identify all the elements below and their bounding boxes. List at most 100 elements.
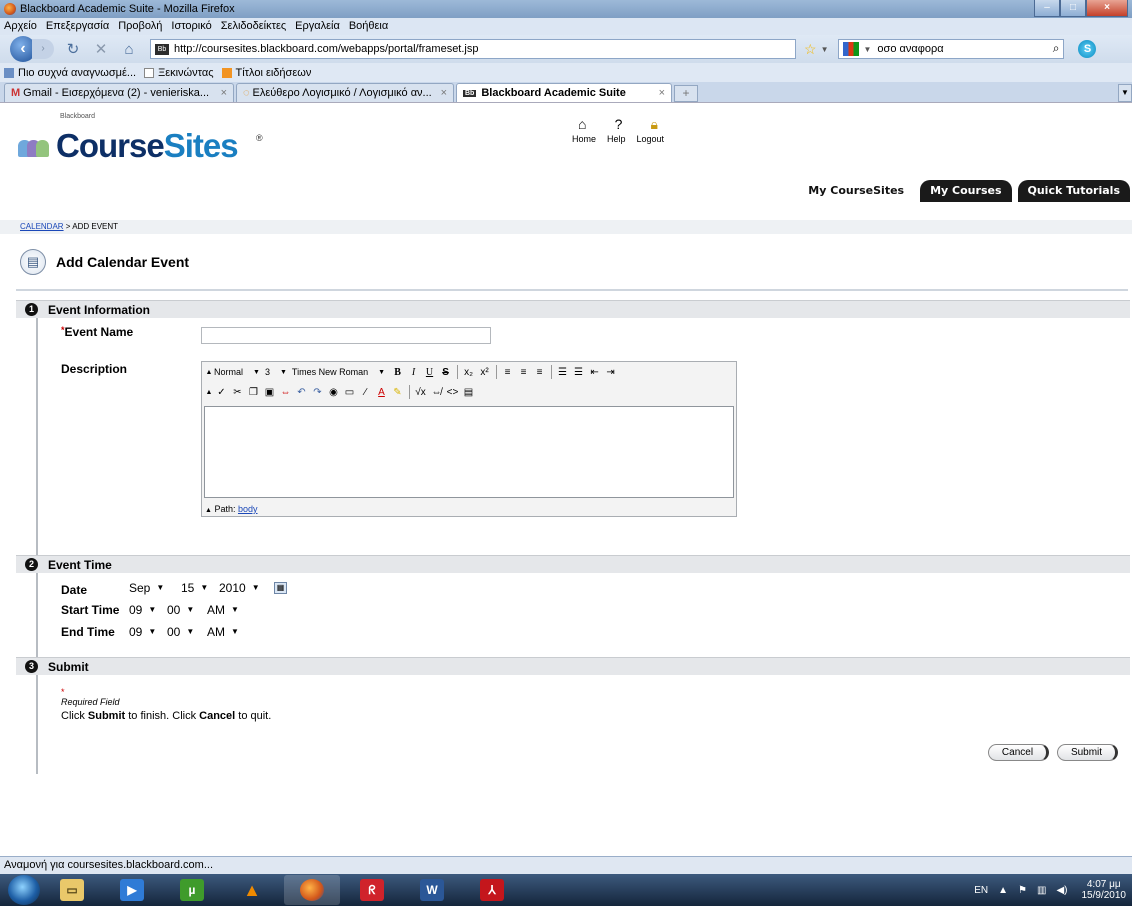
- home-icon[interactable]: ⌂: [578, 116, 586, 133]
- calendar-picker-icon[interactable]: ▦: [274, 582, 287, 594]
- end-minute-select[interactable]: 00 ▼: [167, 623, 194, 640]
- clock[interactable]: 4:07 μμ 15/9/2010: [1082, 879, 1127, 901]
- insert-table-icon[interactable]: ▭: [342, 385, 357, 400]
- taskbar-firefox[interactable]: [284, 875, 340, 905]
- chevron-down-icon[interactable]: ▼: [863, 45, 871, 54]
- forward-button[interactable]: ›: [32, 39, 54, 59]
- event-name-field[interactable]: [201, 327, 491, 344]
- start-ampm-select[interactable]: AM ▼: [207, 601, 239, 618]
- bookmark-getting-started[interactable]: Ξεκινώντας: [144, 67, 214, 79]
- outdent-icon[interactable]: ⇤: [587, 365, 602, 380]
- underline-icon[interactable]: U: [422, 365, 437, 380]
- cancel-button[interactable]: Cancel: [988, 744, 1049, 761]
- format-select[interactable]: Normal ▼: [214, 367, 260, 377]
- description-textarea[interactable]: [204, 406, 734, 498]
- paste-icon[interactable]: ▣: [262, 385, 277, 400]
- menu-bookmarks[interactable]: Σελιδοδείκτες: [221, 18, 286, 35]
- volume-icon[interactable]: ◀): [1056, 885, 1067, 896]
- taskbar-acrobat[interactable]: ⅄: [464, 875, 520, 905]
- help-icon[interactable]: ?: [615, 116, 623, 133]
- bookmark-most-visited[interactable]: Πιο συχνά αναγνωσμέ...: [4, 67, 136, 79]
- logout-link[interactable]: Logout: [636, 134, 664, 144]
- end-hour-select[interactable]: 09 ▼: [129, 623, 156, 640]
- network-icon[interactable]: ▥: [1037, 885, 1046, 896]
- submit-button[interactable]: Submit: [1057, 744, 1118, 761]
- text-color-icon[interactable]: A: [374, 385, 389, 400]
- show-hidden-icons-icon[interactable]: ▲: [998, 885, 1008, 896]
- collapse-toolbar-icon[interactable]: ▲: [205, 365, 213, 380]
- start-hour-select[interactable]: 09 ▼: [129, 601, 156, 618]
- tab-close-icon[interactable]: ×: [435, 87, 447, 99]
- tab-free-software[interactable]: ◌ Ελεύθερο Λογισμικό / Λογισμικό αν... ×: [236, 83, 454, 102]
- home-icon[interactable]: ⌂: [120, 41, 138, 58]
- link-icon[interactable]: ⇔: [278, 385, 293, 400]
- unordered-list-icon[interactable]: ☰: [571, 365, 586, 380]
- spellcheck-icon[interactable]: ✓: [214, 385, 229, 400]
- day-select[interactable]: 15 ▼: [181, 579, 208, 596]
- tab-blackboard[interactable]: Bb Blackboard Academic Suite ×: [456, 83, 672, 102]
- menu-help[interactable]: Βοήθεια: [349, 18, 388, 35]
- close-button[interactable]: ×: [1086, 0, 1128, 17]
- equation-icon[interactable]: √x: [413, 385, 428, 400]
- tab-quick-tutorials[interactable]: Quick Tutorials: [1017, 180, 1130, 202]
- tab-close-icon[interactable]: ×: [215, 87, 227, 99]
- taskbar-word[interactable]: W: [404, 875, 460, 905]
- language-indicator[interactable]: EN: [974, 885, 988, 896]
- tab-list-button[interactable]: ▼: [1118, 84, 1132, 102]
- bookmark-headlines[interactable]: Τίτλοι ειδήσεων: [221, 67, 311, 79]
- menu-view[interactable]: Προβολή: [118, 18, 162, 35]
- year-select[interactable]: 2010 ▼: [219, 579, 260, 596]
- new-tab-button[interactable]: +: [674, 85, 698, 102]
- html-source-icon[interactable]: <>: [445, 385, 460, 400]
- search-input[interactable]: ▼ οσο αναφορα ⌕: [838, 39, 1065, 59]
- menu-file[interactable]: Αρχείο: [4, 18, 37, 35]
- redo-icon[interactable]: ↷: [310, 385, 325, 400]
- search-icon[interactable]: ⌕: [1053, 41, 1060, 56]
- bold-icon[interactable]: B: [390, 365, 405, 380]
- font-size-select[interactable]: 3 ▼: [265, 367, 287, 377]
- breadcrumb-calendar-link[interactable]: CALENDAR: [20, 222, 64, 231]
- superscript-icon[interactable]: x²: [477, 365, 492, 380]
- month-select[interactable]: Sep ▼: [129, 579, 164, 596]
- embed-icon[interactable]: ⇎: [429, 385, 444, 400]
- bookmark-star-icon[interactable]: ☆: [804, 41, 817, 58]
- preview-icon[interactable]: ▤: [461, 385, 476, 400]
- collapse-path-icon[interactable]: ▲: [205, 507, 212, 514]
- home-link[interactable]: Home: [572, 134, 596, 144]
- menu-edit[interactable]: Επεξεργασία: [46, 18, 109, 35]
- tab-gmail[interactable]: M Gmail - Εισερχόμενα (2) - venieriska..…: [4, 83, 234, 102]
- reload-icon[interactable]: ↻: [64, 40, 82, 58]
- start-minute-select[interactable]: 00 ▼: [167, 601, 194, 618]
- skype-icon[interactable]: S: [1078, 40, 1097, 58]
- chevron-down-icon[interactable]: ▼: [821, 45, 829, 54]
- strikethrough-icon[interactable]: S: [438, 365, 453, 380]
- undo-icon[interactable]: ↶: [294, 385, 309, 400]
- draw-icon[interactable]: ∕: [358, 385, 373, 400]
- action-center-flag-icon[interactable]: ⚑: [1018, 885, 1027, 896]
- indent-icon[interactable]: ⇥: [603, 365, 618, 380]
- collapse-toolbar-icon[interactable]: ▲: [205, 385, 213, 400]
- italic-icon[interactable]: I: [406, 365, 421, 380]
- align-center-icon[interactable]: ≡: [516, 365, 531, 380]
- maximize-button[interactable]: □: [1060, 0, 1086, 17]
- align-left-icon[interactable]: ≡: [500, 365, 515, 380]
- menu-tools[interactable]: Εργαλεία: [295, 18, 340, 35]
- start-button[interactable]: [8, 875, 40, 905]
- highlight-icon[interactable]: ✎: [390, 385, 405, 400]
- subscript-icon[interactable]: x₂: [461, 365, 476, 380]
- taskbar-utorrent[interactable]: µ: [164, 875, 220, 905]
- tab-close-icon[interactable]: ×: [653, 87, 665, 99]
- stop-icon[interactable]: ✕: [92, 40, 110, 58]
- lock-icon[interactable]: 🔒︎: [651, 116, 658, 133]
- copy-icon[interactable]: ❐: [246, 385, 261, 400]
- menu-history[interactable]: Ιστορικό: [171, 18, 211, 35]
- help-link[interactable]: Help: [607, 134, 626, 144]
- ordered-list-icon[interactable]: ☰: [555, 365, 570, 380]
- taskbar-explorer[interactable]: ▭: [44, 875, 100, 905]
- tab-my-courses[interactable]: My Courses: [920, 180, 1012, 202]
- taskbar-antivir[interactable]: ᖇ: [344, 875, 400, 905]
- tab-my-coursesites[interactable]: My CourseSites: [798, 180, 914, 202]
- align-right-icon[interactable]: ≡: [532, 365, 547, 380]
- taskbar-vlc[interactable]: ▲: [224, 875, 280, 905]
- path-body-link[interactable]: body: [238, 504, 258, 514]
